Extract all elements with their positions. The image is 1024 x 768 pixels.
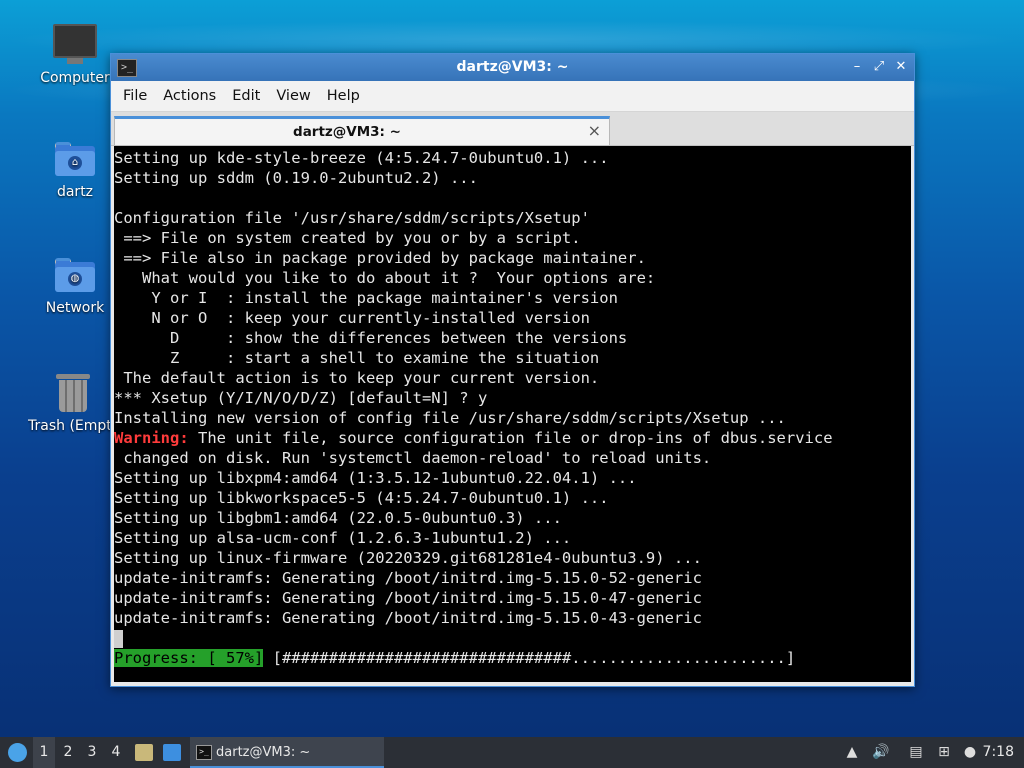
terminal-line: update-initramfs: Generating /boot/initr…: [114, 569, 702, 587]
desktop-icon-label: dartz: [56, 184, 94, 200]
terminal-line: Setting up libgbm1:amd64 (22.0.5-0ubuntu…: [114, 509, 562, 527]
warning-text: The unit file, source configuration file…: [188, 429, 833, 447]
terminal-line: What would you like to do about it ? You…: [114, 269, 656, 287]
menu-view[interactable]: View: [268, 84, 318, 108]
volume-icon[interactable]: 🔊: [872, 744, 889, 760]
terminal-line: Y or I : install the package maintainer'…: [114, 289, 618, 307]
network-tray-icon[interactable]: ⊞: [936, 744, 952, 760]
workspace-2[interactable]: 2: [57, 737, 79, 768]
tab-bar: dartz@VM3: ~ ×: [111, 112, 914, 146]
show-desktop-icon[interactable]: [163, 744, 181, 761]
desktop-icon-home[interactable]: ⌂ dartz: [27, 142, 123, 200]
terminal-line: ==> File on system created by you or by …: [114, 229, 581, 247]
terminal-cursor-line: [114, 628, 911, 648]
menu-file[interactable]: File: [115, 84, 155, 108]
terminal-line: ==> File also in package provided by pac…: [114, 249, 646, 267]
tab-close-icon[interactable]: ×: [588, 121, 601, 140]
menu-help[interactable]: Help: [319, 84, 368, 108]
workspace-1[interactable]: 1: [33, 737, 55, 768]
progress-label: Progress: [ 57%]: [114, 649, 264, 667]
terminal-line: changed on disk. Run 'systemctl daemon-r…: [114, 449, 712, 467]
terminal-line: Setting up kde-style-breeze (4:5.24.7-0u…: [114, 149, 609, 167]
lubuntu-logo-icon: [8, 743, 27, 762]
network-folder-icon: ◍: [55, 258, 95, 292]
workspace-4[interactable]: 4: [105, 737, 127, 768]
terminal-line: Setting up linux-firmware (20220329.git6…: [114, 549, 702, 567]
terminal-progress-line: Progress: [ 57%] [######################…: [114, 648, 911, 668]
terminal-line: N or O : keep your currently-installed v…: [114, 309, 590, 327]
terminal-line: Z : start a shell to examine the situati…: [114, 349, 600, 367]
terminal-line: update-initramfs: Generating /boot/initr…: [114, 609, 702, 627]
trash-icon: [56, 372, 90, 412]
terminal-window: >_ dartz@VM3: ~ – ⤢ ✕ File Actions Edit …: [110, 53, 915, 687]
desktop-icon-computer[interactable]: Computer: [27, 24, 123, 86]
terminal-line: D : show the differences between the ver…: [114, 329, 628, 347]
notifications-icon[interactable]: ●: [962, 744, 978, 760]
desktop-icon-label: Network: [45, 300, 105, 316]
terminal-tab[interactable]: dartz@VM3: ~ ×: [114, 116, 610, 145]
desktop-icon-network[interactable]: ◍ Network: [27, 258, 123, 316]
taskbar: 1 2 3 4 >_ dartz@VM3: ~ ▲ 🔊 ▤ ⊞ ● 7:18: [0, 737, 1024, 768]
desktop-icon-label: Computer: [40, 70, 110, 86]
terminal-line: Setting up alsa-ucm-conf (1.2.6.3-1ubunt…: [114, 529, 572, 547]
terminal-task-icon: >_: [196, 745, 212, 760]
terminal-line: Setting up sddm (0.19.0-2ubuntu2.2) ...: [114, 169, 478, 187]
text-cursor: [114, 629, 123, 648]
update-notifier-icon[interactable]: ▲: [844, 744, 860, 760]
tab-label: dartz@VM3: ~: [293, 124, 401, 140]
terminal-line: Configuration file '/usr/share/sddm/scri…: [114, 209, 590, 227]
terminal-line: Setting up libxpm4:amd64 (1:3.5.12-1ubun…: [114, 469, 637, 487]
computer-icon: [53, 24, 97, 64]
file-manager-launcher-icon[interactable]: [135, 744, 153, 761]
terminal-line: *** Xsetup (Y/I/N/O/D/Z) [default=N] ? y: [114, 389, 488, 407]
warning-label: Warning:: [114, 429, 189, 447]
terminal-line: update-initramfs: Generating /boot/initr…: [114, 589, 702, 607]
window-titlebar[interactable]: >_ dartz@VM3: ~ – ⤢ ✕: [111, 54, 914, 81]
taskbar-task-terminal[interactable]: >_ dartz@VM3: ~: [190, 737, 384, 768]
close-button[interactable]: ✕: [892, 58, 910, 76]
desktop-icon-label: Trash (Empty): [28, 418, 110, 434]
terminal-line: Installing new version of config file /u…: [114, 409, 786, 427]
clipboard-icon[interactable]: ▤: [908, 744, 924, 760]
start-menu-button[interactable]: [4, 737, 30, 768]
desktop-icon-trash[interactable]: Trash (Empty): [22, 372, 110, 434]
clock[interactable]: 7:18: [983, 737, 1014, 768]
workspace-3[interactable]: 3: [81, 737, 103, 768]
menu-actions[interactable]: Actions: [155, 84, 224, 108]
progress-bar-text: [###############################........…: [263, 649, 796, 667]
maximize-button[interactable]: ⤢: [870, 58, 888, 76]
task-label: dartz@VM3: ~: [216, 745, 311, 760]
menu-bar: File Actions Edit View Help: [111, 81, 914, 112]
terminal-output[interactable]: Setting up kde-style-breeze (4:5.24.7-0u…: [114, 146, 911, 682]
menu-edit[interactable]: Edit: [224, 84, 268, 108]
terminal-warning-line: Warning: The unit file, source configura…: [114, 428, 911, 448]
terminal-line: Setting up libkworkspace5-5 (4:5.24.7-0u…: [114, 489, 609, 507]
minimize-button[interactable]: –: [848, 58, 866, 76]
window-title: dartz@VM3: ~: [456, 59, 569, 75]
terminal-line: The default action is to keep your curre…: [114, 369, 600, 387]
home-folder-icon: ⌂: [55, 142, 95, 176]
